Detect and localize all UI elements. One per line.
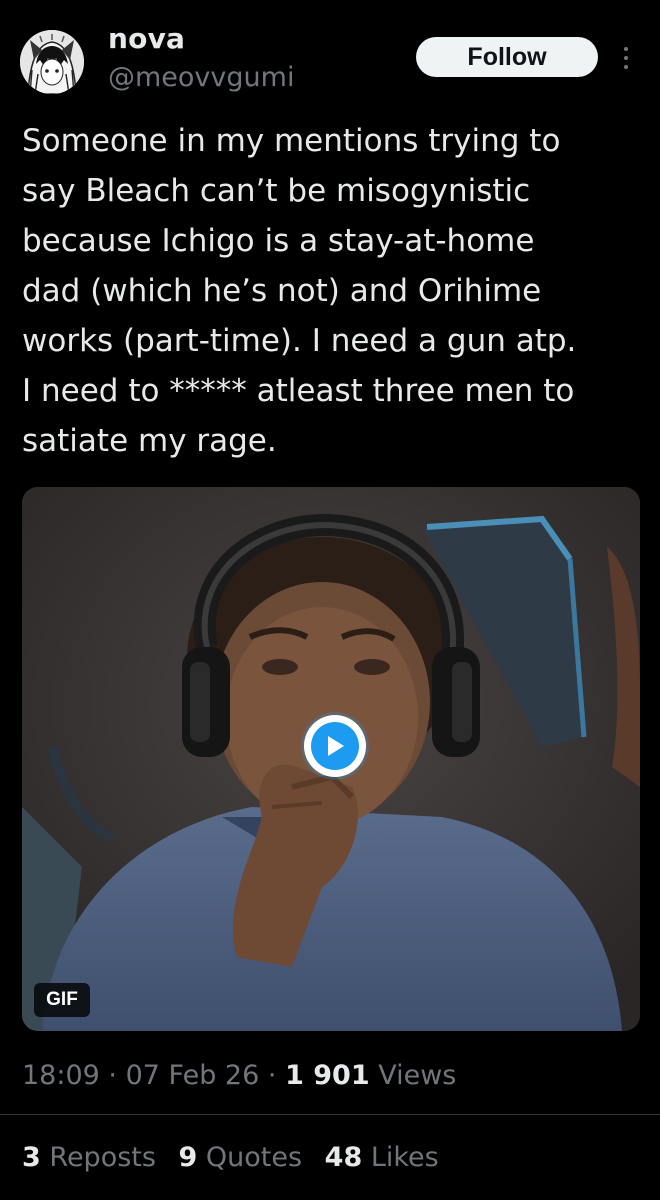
user-handle[interactable]: @meovvgumi bbox=[108, 62, 294, 93]
more-options-icon[interactable] bbox=[614, 40, 638, 76]
divider bbox=[0, 1114, 660, 1115]
likes-stat[interactable]: 48 Likes bbox=[325, 1142, 439, 1173]
likes-label: Likes bbox=[370, 1142, 439, 1173]
tweet-date[interactable]: 07 Feb 26 bbox=[126, 1060, 260, 1091]
gif-media[interactable]: GIF bbox=[22, 487, 640, 1031]
quotes-label: Quotes bbox=[205, 1142, 303, 1173]
avatar[interactable] bbox=[20, 30, 84, 94]
gif-badge: GIF bbox=[34, 983, 90, 1017]
views-label: Views bbox=[378, 1060, 457, 1091]
play-icon bbox=[311, 722, 359, 770]
views-count: 1 901 bbox=[285, 1060, 370, 1091]
meta-separator: · bbox=[108, 1060, 117, 1091]
play-triangle-icon bbox=[328, 736, 344, 756]
display-name[interactable]: nova bbox=[108, 22, 185, 55]
quotes-count: 9 bbox=[178, 1142, 198, 1173]
more-dot bbox=[624, 56, 628, 60]
engagement-stats: 3 Reposts 9 Quotes 48 Likes bbox=[22, 1142, 453, 1173]
tweet-text: Someone in my mentions trying to say Ble… bbox=[22, 123, 577, 459]
play-button[interactable] bbox=[304, 715, 366, 777]
more-dot bbox=[624, 47, 628, 51]
likes-count: 48 bbox=[324, 1142, 363, 1173]
tweet-time[interactable]: 18:09 bbox=[22, 1060, 100, 1091]
more-dot bbox=[624, 65, 628, 69]
quotes-stat[interactable]: 9 Quotes bbox=[179, 1142, 303, 1173]
reposts-count: 3 bbox=[22, 1142, 41, 1173]
tweet-meta: 18:09 · 07 Feb 26 · 1 901 Views bbox=[22, 1060, 456, 1091]
reposts-stat[interactable]: 3 Reposts bbox=[22, 1142, 156, 1173]
meta-separator: · bbox=[267, 1060, 277, 1091]
anime-girl-avatar-icon bbox=[20, 30, 84, 94]
follow-button[interactable]: Follow bbox=[416, 37, 598, 77]
reposts-label: Reposts bbox=[49, 1142, 156, 1173]
